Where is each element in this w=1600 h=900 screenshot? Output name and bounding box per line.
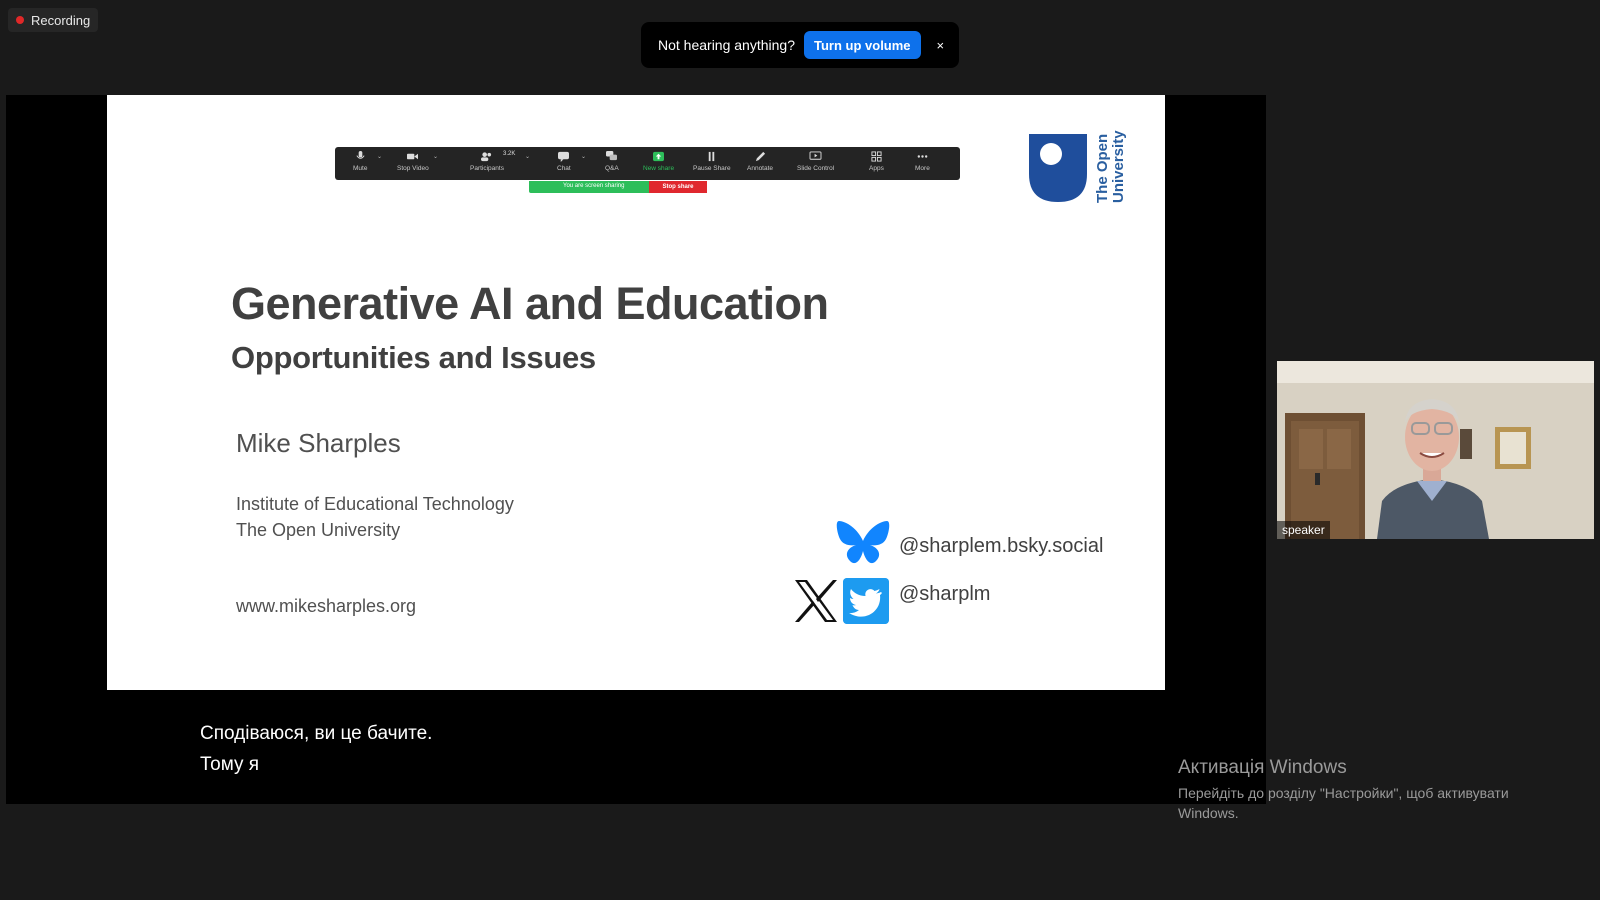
- institution-line: Institute of Educational Technology: [236, 494, 514, 514]
- watermark-title: Активація Windows: [1178, 757, 1347, 778]
- presentation-slide: Mute ⌄ Stop Video ⌄ Participants 3.2K ⌄ …: [107, 95, 1165, 690]
- chevron-down-icon: ⌄: [377, 154, 383, 160]
- audio-check-toast: Not hearing anything? Turn up volume ×: [641, 22, 959, 68]
- bluesky-handle: @sharplem.bsky.social: [899, 535, 1104, 557]
- author-name: Mike Sharples: [236, 428, 401, 458]
- screen-sharing-banner: You are screen sharing Stop share: [529, 181, 707, 193]
- toast-message: Not hearing anything?: [658, 37, 795, 53]
- open-university-logo-icon: [1029, 134, 1087, 202]
- slide-zoom-toolbar: Mute ⌄ Stop Video ⌄ Participants 3.2K ⌄ …: [335, 147, 960, 180]
- website: www.mikesharples.org: [236, 596, 417, 616]
- slide-control-icon: [809, 151, 822, 160]
- pencil-icon: [755, 151, 765, 162]
- institution-line: The Open University: [236, 520, 401, 540]
- toolbar-label: More: [915, 165, 930, 172]
- new-share-icon: [653, 151, 665, 162]
- toolbar-item-apps: Apps: [869, 151, 884, 172]
- twitter-bird-icon: [843, 578, 889, 624]
- toolbar-label: Mute: [353, 165, 368, 172]
- video-camera-icon: [407, 153, 419, 160]
- recording-dot-icon: [16, 16, 24, 24]
- toolbar-label: Apps: [869, 165, 884, 172]
- chat-icon: [558, 151, 570, 162]
- toolbar-item-qa: Q&A: [605, 151, 619, 172]
- toolbar-label: Annotate: [747, 165, 774, 172]
- participant-count: 3.2K: [503, 151, 516, 157]
- slide-title: Generative AI and Education: [231, 278, 829, 329]
- watermark-line: Windows.: [1178, 805, 1239, 821]
- participant-name-label: speaker: [1277, 521, 1330, 539]
- toolbar-item-participants: Participants: [470, 151, 504, 172]
- bluesky-butterfly-icon: [836, 521, 890, 564]
- caption-line: Тому я: [200, 754, 260, 775]
- toolbar-item-pause-share: Pause Share: [693, 151, 731, 172]
- logo-text: The Open University: [1094, 130, 1127, 203]
- toolbar-item-stop-video: Stop Video: [397, 151, 429, 172]
- toolbar-label: Slide Control: [797, 165, 835, 172]
- participants-icon: [481, 152, 492, 162]
- chevron-down-icon: ⌄: [581, 154, 587, 160]
- toolbar-item-chat: Chat: [557, 151, 571, 172]
- toolbar-label: Pause Share: [693, 165, 731, 172]
- toolbar-label: Stop Video: [397, 165, 429, 172]
- live-captions: Сподіваюся, ви це бачите. Тому я: [200, 718, 432, 780]
- sharing-status-text: You are screen sharing: [563, 183, 625, 189]
- watermark-line: Перейдіть до розділу "Настройки", щоб ак…: [1178, 785, 1509, 801]
- qa-icon: [606, 151, 618, 161]
- caption-line: Сподіваюся, ви це бачите.: [200, 723, 433, 744]
- toolbar-item-new-share: New share: [643, 151, 674, 172]
- toolbar-item-annotate: Annotate: [747, 151, 773, 172]
- toolbar-label: New share: [643, 165, 675, 172]
- institution: Institute of Educational Technology The …: [236, 491, 514, 543]
- recording-label: Recording: [31, 12, 91, 28]
- toolbar-item-slide-control: Slide Control: [797, 151, 834, 172]
- x-logo-icon: [795, 580, 837, 622]
- twitter-handle: @sharplm: [899, 583, 991, 605]
- turn-up-volume-button[interactable]: Turn up volume: [804, 31, 921, 59]
- speaker-video-feed: [1277, 361, 1594, 539]
- toolbar-item-mute: Mute: [353, 151, 367, 172]
- chevron-down-icon: ⌄: [525, 154, 531, 160]
- more-dots-icon: [917, 155, 928, 158]
- stop-share-label: Stop share: [649, 181, 707, 193]
- slide-subtitle: Opportunities and Issues: [231, 340, 596, 375]
- toolbar-label: Chat: [557, 165, 571, 172]
- windows-activation-watermark: Активація Windows Перейдіть до розділу "…: [1178, 757, 1558, 823]
- watermark-text: Перейдіть до розділу "Настройки", щоб ак…: [1178, 783, 1558, 823]
- pause-icon: [709, 151, 715, 162]
- toolbar-label: Q&A: [605, 165, 619, 172]
- recording-indicator[interactable]: Recording: [8, 8, 99, 32]
- microphone-icon: [356, 151, 365, 159]
- close-icon[interactable]: ×: [937, 38, 945, 53]
- toolbar-item-more: More: [915, 151, 930, 172]
- chevron-down-icon: ⌄: [433, 154, 439, 160]
- toolbar-label: Participants: [470, 165, 504, 172]
- apps-icon: [871, 151, 882, 162]
- speaker-video-tile[interactable]: speaker: [1277, 361, 1594, 539]
